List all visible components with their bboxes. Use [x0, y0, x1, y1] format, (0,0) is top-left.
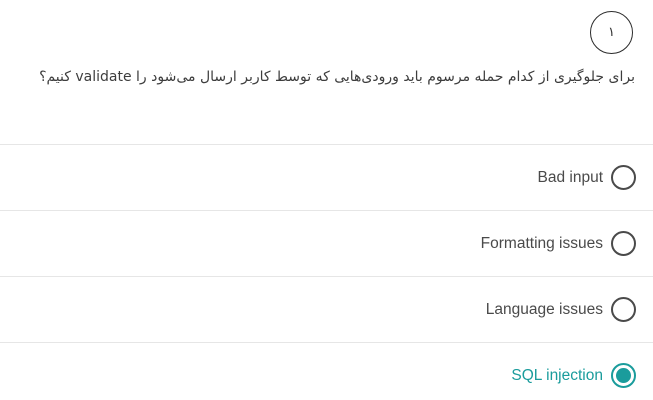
question-number: ۱	[608, 25, 615, 40]
option-bad-input[interactable]: Bad input	[0, 145, 653, 210]
radio-dot-icon	[616, 302, 631, 317]
radio-button[interactable]	[611, 231, 636, 256]
radio-dot-icon	[616, 170, 631, 185]
answer-options: Bad input Formatting issues Language iss…	[0, 144, 653, 400]
radio-button[interactable]	[611, 363, 636, 388]
quiz-page: ۱ برای جلوگیری از کدام حمله مرسوم باید و…	[0, 0, 653, 400]
option-label: Language issues	[485, 300, 603, 318]
radio-button[interactable]	[611, 297, 636, 322]
option-language-issues[interactable]: Language issues	[0, 277, 653, 342]
option-label: Bad input	[537, 168, 604, 186]
radio-dot-icon	[616, 368, 631, 383]
question-text: برای جلوگیری از کدام حمله مرسوم باید ورو…	[39, 69, 635, 85]
radio-button[interactable]	[611, 165, 636, 190]
option-sql-injection[interactable]: SQL injection	[0, 343, 653, 400]
radio-dot-icon	[616, 236, 631, 251]
option-formatting-issues[interactable]: Formatting issues	[0, 211, 653, 276]
question-number-badge: ۱	[590, 11, 633, 54]
option-label: Formatting issues	[480, 234, 603, 252]
option-label: SQL injection	[511, 366, 603, 384]
